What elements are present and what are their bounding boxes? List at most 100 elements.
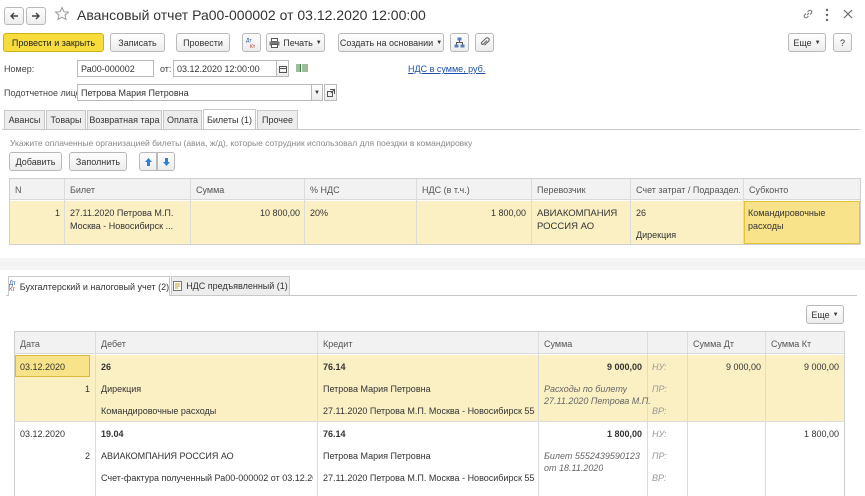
move-up-button[interactable] [139,152,157,171]
entry-debit-sub1: АВИАКОМПАНИЯ РОССИЯ АО [101,451,234,461]
entry-nu-label: НУ: [652,429,667,439]
col-credit[interactable]: Кредит [323,339,352,349]
ticket-line1: 27.11.2020 Петрова М.П. [70,208,174,218]
close-icon[interactable] [843,9,853,21]
save-button[interactable]: Записать [110,33,165,52]
tab-other[interactable]: Прочее [257,110,298,129]
vat-in-sum-link[interactable]: НДС в сумме, руб. [408,64,485,74]
tickets-hint: Укажите оплаченные организацией билеты (… [10,138,473,148]
tab-vat-presented[interactable]: НДС предъявленный (1) [171,276,290,295]
more-label: Еще [793,37,812,48]
paperclip-icon [480,37,490,46]
help-button[interactable]: ? [833,33,852,52]
entry-credit-sub2: 27.11.2020 Петрова М.П. Москва - Новосиб… [323,473,535,483]
entry-amount: 1 800,00 [606,429,642,439]
create-based-on-button[interactable]: Создать на основании ▼ [338,33,444,52]
carrier-line2: РОССИЯ АО [537,221,595,232]
open-icon [326,88,335,97]
entry-debit: 26 [101,362,112,372]
chevron-down-icon: ▼ [832,311,839,318]
entry-credit-sub2: 27.11.2020 Петрова М.П. Москва - Новосиб… [323,406,535,416]
post-button[interactable]: Провести [176,33,230,52]
person-field[interactable]: Петрова Мария Петровна [77,84,312,101]
col-amount-dt[interactable]: Сумма Дт [693,339,734,349]
entry-content-line2: 27.11.2020 Петрова М.П. [544,396,651,406]
print-button[interactable]: Печать ▼ [266,33,325,52]
person-dropdown-button[interactable]: ▼ [311,84,323,101]
create-based-on-label: Создать на основании [339,37,434,48]
move-down-button[interactable] [157,152,175,171]
date-field[interactable]: 03.12.2020 12:00:00 [173,60,277,77]
entry-amount-dt: 9 000,00 [725,362,761,372]
favorite-star-icon[interactable] [54,6,70,24]
attach-button[interactable] [475,33,494,52]
entry-credit-sub1: Петрова Мария Петровна [323,384,431,394]
more-button[interactable]: Еще ▼ [788,33,826,52]
col-vat-rate[interactable]: % НДС [310,185,340,195]
window-title: Авансовый отчет Ра00-000002 от 03.12.202… [77,7,426,23]
subconto-line2: расходы [748,221,784,231]
entry-number: 2 [84,451,90,461]
link-icon[interactable] [802,8,814,22]
ticket-line2: Москва - Новосибирск ... [70,221,174,231]
chevron-down-icon: ▼ [315,39,322,46]
carrier-line1: АВИАКОМПАНИЯ [537,208,618,219]
calendar-icon [278,65,287,73]
entry-amount: 9 000,00 [606,362,642,372]
entry-amount-kt: 1 800,00 [803,429,839,439]
tab-accounting[interactable]: Дт Кт Бухгалтерский и налоговый учет (2) [8,276,170,296]
col-amount-kt[interactable]: Сумма Кт [771,339,811,349]
ticket-sum: 10 800,00 [259,208,300,218]
entry-number: 1 [84,384,90,394]
calendar-button[interactable] [276,60,289,77]
post-and-close-button[interactable]: Провести и закрыть [3,33,104,52]
entry-date: 03.12.2020 [20,429,66,439]
tab-goods[interactable]: Товары [46,110,86,129]
bottom-more-button[interactable]: Еще ▼ [806,305,844,324]
tab-tickets[interactable]: Билеты (1) [203,109,256,129]
col-account[interactable]: Счет затрат / Подраздел... [636,185,740,195]
fill-button[interactable]: Заполнить [69,152,127,171]
arrow-right-icon [32,12,40,20]
menu-dots-icon[interactable] [824,8,830,24]
dt-kt-icon: ДтКт [246,38,256,49]
entry-pr-label: ПР: [652,384,667,394]
tab-accounting-label: Бухгалтерский и налоговый учет (2) [19,281,170,292]
ticket-vat-sum: 1 800,00 [490,208,526,218]
arrow-up-icon [144,157,152,166]
tab-advances[interactable]: Авансы [4,110,45,129]
back-button[interactable] [4,7,24,25]
entry-vr-label: ВР: [652,406,667,416]
date-label: от: [160,64,172,74]
col-debit[interactable]: Дебет [101,339,126,349]
entry-pr-label: ПР: [652,451,667,461]
entry-debit-sub2: Командировочные расходы [101,406,217,416]
col-amount[interactable]: Сумма [544,339,572,349]
col-subconto[interactable]: Субконто [749,185,788,195]
entry-nu-label: НУ: [652,362,667,372]
col-carrier[interactable]: Перевозчик [537,185,586,195]
col-ticket[interactable]: Билет [70,185,95,195]
account-value: 26 [636,208,647,218]
col-n[interactable]: N [15,185,22,195]
forward-button[interactable] [26,7,46,25]
add-button[interactable]: Добавить [9,152,62,171]
svg-text:Кт: Кт [250,44,256,49]
col-date[interactable]: Дата [20,339,40,349]
entry-credit-sub1: Петрова Мария Петровна [323,451,431,461]
tab-payment[interactable]: Оплата [163,110,202,129]
dt-kt-button[interactable]: Дт Кт [242,33,261,52]
entry-credit: 76.14 [323,362,346,372]
structure-button[interactable] [450,33,469,52]
number-field[interactable]: Ра00-000002 [77,60,154,77]
person-open-button[interactable] [324,84,337,101]
tab-returnable-containers[interactable]: Возвратная тара [87,110,162,129]
chevron-down-icon: ▼ [436,39,443,46]
col-sum[interactable]: Сумма [196,185,224,195]
col-vat-sum[interactable]: НДС (в т.ч.) [422,185,470,195]
bottom-more-label: Еще [811,309,830,320]
dt-kt-icon: ДтКт [8,280,16,293]
person-label: Подотчетное лицо: [4,88,84,98]
barcode-icon[interactable] [296,63,308,75]
entry-content-line2: от 18.11.2020 [544,463,604,473]
